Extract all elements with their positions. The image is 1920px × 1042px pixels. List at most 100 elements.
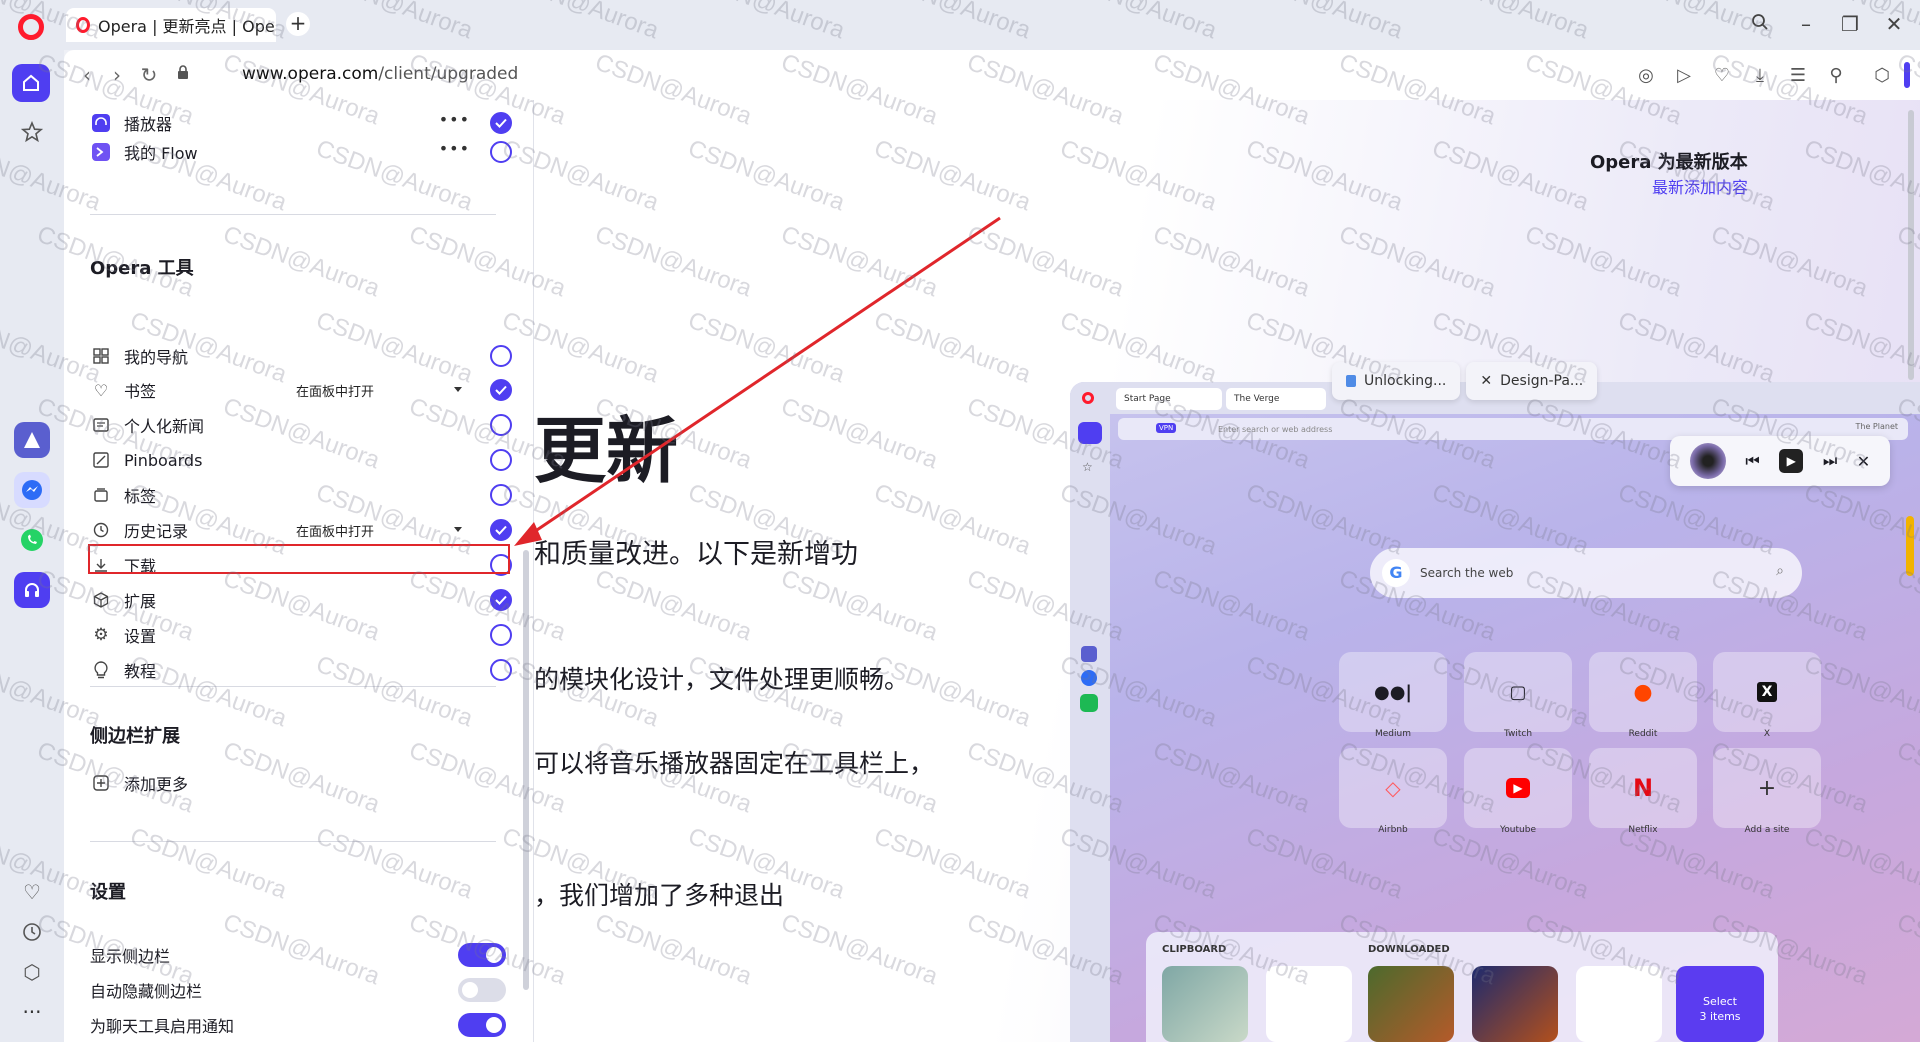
url-domain: www.opera.com	[242, 64, 379, 84]
version-title: Opera 为最新版本	[1590, 152, 1748, 173]
heart-sidebar-icon[interactable]: ♡	[14, 874, 50, 910]
setting-label: 为聊天工具启用通知	[90, 1017, 235, 1036]
downloaded-image	[1368, 966, 1454, 1042]
snapshot-icon[interactable]: ◎	[1634, 63, 1658, 87]
panel-item-player[interactable]: 播放器 •••	[90, 108, 512, 138]
panel-item-history[interactable]: 历史记录 在面板中打开	[90, 515, 512, 545]
tab-active[interactable]: Opera | 更新亮点 | Opera	[66, 8, 276, 42]
news-icon	[90, 414, 112, 436]
sidebar-indicator	[1904, 62, 1910, 88]
speed-dial-netflix: N	[1589, 748, 1697, 828]
search-tabs-icon[interactable]	[1748, 12, 1772, 36]
more-options-icon[interactable]: •••	[439, 139, 470, 158]
close-icon: ✕	[1856, 451, 1871, 471]
panel-item-tutorial[interactable]: 教程	[90, 655, 512, 685]
player-sidebar-icon[interactable]	[14, 572, 50, 608]
twitch-icon: ▢	[1509, 681, 1527, 703]
panel-scrollbar[interactable]	[523, 550, 529, 990]
setting-label: 显示侧边栏	[90, 947, 171, 966]
download-icon[interactable]: ⤓	[1748, 63, 1772, 87]
url-field[interactable]: www.opera.com/client/upgraded	[242, 64, 518, 84]
send-icon[interactable]: ▷	[1672, 63, 1696, 87]
panel-item-extensions[interactable]: 扩展	[90, 585, 512, 615]
panel-item-label: 我的导航	[124, 348, 189, 367]
tab-title: Opera | 更新亮点 | Opera	[98, 17, 276, 36]
open-mode-select[interactable]: 在面板中打开	[296, 519, 468, 541]
checkbox-unchecked[interactable]	[490, 141, 512, 163]
speed-dial-label: Netflix	[1628, 825, 1658, 835]
speed-dial-label: Add a site	[1744, 825, 1790, 835]
panel-item-tabs[interactable]: 标签	[90, 480, 512, 510]
checkbox-checked[interactable]	[490, 112, 512, 134]
heart-icon[interactable]: ♡	[1710, 63, 1734, 87]
home-button[interactable]	[12, 64, 50, 102]
doc-icon	[1346, 375, 1356, 387]
player-icon	[90, 112, 112, 134]
page-scrollbar[interactable]	[1908, 110, 1914, 380]
add-more-button[interactable]: 添加更多	[90, 768, 510, 798]
minimize-button[interactable]: –	[1794, 12, 1818, 36]
easy-setup-icon[interactable]: ☰	[1786, 63, 1810, 87]
checkbox-checked[interactable]	[490, 589, 512, 611]
checkbox-checked[interactable]	[490, 379, 512, 401]
forward-button[interactable]: ›	[104, 62, 130, 88]
reload-button[interactable]: ↻	[136, 62, 162, 88]
side-tab-handle[interactable]	[1906, 516, 1914, 576]
history-icon[interactable]	[14, 914, 50, 950]
select-count: 3 items	[1699, 1010, 1741, 1023]
checkbox-unchecked[interactable]	[490, 414, 512, 436]
star-icon[interactable]	[14, 114, 50, 150]
panel-item-label: Pinboards	[124, 450, 203, 470]
toggle-switch-off[interactable]	[458, 978, 506, 1002]
panel-item-speed-dial[interactable]: 我的导航	[90, 341, 512, 371]
checkbox-unchecked[interactable]	[490, 345, 512, 367]
checkbox-unchecked[interactable]	[490, 484, 512, 506]
panel-item-label: 历史记录	[124, 522, 189, 541]
maximize-button[interactable]: ❐	[1838, 12, 1862, 36]
checkbox-unchecked[interactable]	[490, 624, 512, 646]
opera-menu-icon[interactable]	[18, 14, 44, 40]
panel-item-settings[interactable]: ⚙ 设置	[90, 620, 512, 650]
whats-new-link[interactable]: 最新添加内容	[1652, 174, 1748, 198]
extensions-sidebar-icon[interactable]: ⬡	[14, 954, 50, 990]
open-mode-select[interactable]: 在面板中打开	[296, 379, 468, 401]
speed-dial-airbnb: ◇	[1339, 748, 1447, 828]
preview-floating-tab: ✕ Design-Pa...	[1466, 362, 1598, 400]
downloaded-document	[1576, 966, 1662, 1042]
speed-dial-label: Medium	[1375, 729, 1411, 739]
checkbox-unchecked[interactable]	[490, 449, 512, 471]
panel-item-label: 教程	[124, 662, 157, 681]
more-options-icon[interactable]: •••	[439, 110, 470, 129]
whatsapp-icon[interactable]	[14, 522, 50, 558]
aria-app-icon[interactable]	[14, 422, 50, 458]
speed-dial-youtube: ▶	[1464, 748, 1572, 828]
close-window-button[interactable]: ✕	[1882, 12, 1906, 36]
back-button[interactable]: ‹	[74, 62, 100, 88]
preview-sidebar: ☆	[1070, 414, 1110, 1042]
select-label: Select	[1703, 995, 1737, 1008]
new-tab-button[interactable]: +	[286, 12, 310, 36]
toggle-switch-on[interactable]	[458, 943, 506, 967]
page-text-line: 可以将音乐播放器固定在工具栏上，	[534, 749, 935, 778]
lock-icon[interactable]	[170, 62, 196, 88]
panel-item-news[interactable]: 个人化新闻	[90, 410, 512, 440]
panel-item-bookmarks[interactable]: ♡ 书签 在面板中打开	[90, 375, 512, 405]
extensions-icon[interactable]: ⬡	[1870, 63, 1894, 87]
select-value: 在面板中打开	[296, 384, 375, 400]
play-icon: ▶	[1779, 449, 1804, 473]
messenger-icon[interactable]	[14, 472, 50, 508]
url-path: /client/upgraded	[378, 64, 519, 84]
more-icon[interactable]: ···	[14, 994, 50, 1030]
panel-item-label: 书签	[124, 382, 157, 401]
checkbox-checked[interactable]	[490, 519, 512, 541]
panel-item-pinboards[interactable]: Pinboards	[90, 445, 512, 475]
youtube-icon: ▶	[1506, 778, 1530, 798]
page-text-line: 的模块化设计，文件处理更顺畅。	[534, 665, 910, 694]
checkbox-unchecked[interactable]	[490, 659, 512, 681]
pinboard-icon	[90, 449, 112, 471]
select-items-button: Select 3 items	[1676, 966, 1764, 1042]
preview-search-placeholder: Search the web	[1420, 566, 1514, 580]
panel-item-flow[interactable]: 我的 Flow •••	[90, 137, 512, 167]
profile-icon[interactable]: ⚲	[1824, 63, 1848, 87]
toggle-switch-on[interactable]	[458, 1013, 506, 1037]
